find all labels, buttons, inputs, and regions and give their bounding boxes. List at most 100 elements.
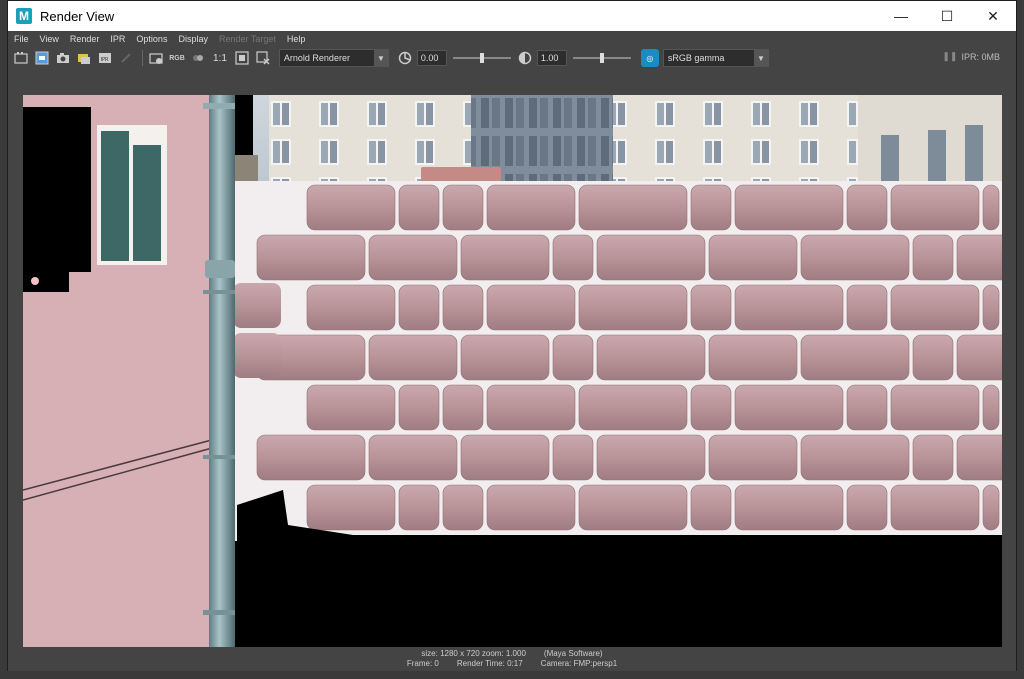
render-region-icon[interactable] (33, 49, 51, 67)
brick (442, 284, 484, 331)
brick (596, 334, 706, 381)
close-button[interactable]: ✕ (970, 1, 1016, 31)
title-bar: M Render View — ☐ ✕ (8, 1, 1016, 31)
remove-image-icon[interactable] (254, 49, 272, 67)
pause-icon: ❚❚ (942, 51, 958, 61)
brick (690, 184, 732, 231)
brick (982, 384, 1000, 431)
brick (890, 184, 980, 231)
brick (306, 284, 396, 331)
render-time-label: Render Time: 0:17 (456, 659, 523, 668)
brick (734, 384, 844, 431)
slider-knob[interactable] (479, 53, 484, 63)
brick (982, 184, 1000, 231)
render-view-window: M Render View — ☐ ✕ File View Render IPR… (7, 0, 1017, 672)
exposure-field[interactable]: 0.00 (416, 50, 447, 66)
menu-ipr[interactable]: IPR (110, 34, 125, 44)
render-toolbar: IPR RGB 1:1 Arnold Renderer ▼ 0.00 1.00 … (8, 47, 1016, 69)
chevron-down-icon: ▼ (753, 50, 768, 66)
brick (398, 284, 440, 331)
menu-view[interactable]: View (40, 34, 59, 44)
gamma-slider[interactable] (572, 51, 631, 65)
brick (578, 284, 688, 331)
ipr-render-icon[interactable]: IPR (96, 49, 114, 67)
brick (486, 184, 576, 231)
keep-image-icon[interactable] (233, 49, 251, 67)
gamma-field[interactable]: 1.00 (536, 50, 567, 66)
render-image[interactable] (23, 95, 1002, 647)
window-title: Render View (40, 8, 115, 24)
ipr-memory-label: IPR: 0MB (961, 51, 1000, 62)
brick (306, 384, 396, 431)
brick (800, 334, 910, 381)
brick (398, 484, 440, 531)
brick (690, 484, 732, 531)
brick (368, 334, 458, 381)
menu-render[interactable]: Render (70, 34, 100, 44)
brick (982, 284, 1000, 331)
brick (578, 484, 688, 531)
render-viewport (8, 69, 1016, 647)
redo-render-icon[interactable] (12, 49, 30, 67)
brick (708, 434, 798, 481)
brick (890, 484, 980, 531)
brick (890, 284, 980, 331)
background-timeline (0, 671, 1024, 679)
exposure-slider[interactable] (452, 51, 511, 65)
brick (690, 284, 732, 331)
minimize-button[interactable]: — (878, 1, 924, 31)
brick (846, 384, 888, 431)
brick (912, 334, 954, 381)
renderer-dropdown[interactable]: Arnold Renderer ▼ (278, 49, 389, 67)
menu-help[interactable]: Help (287, 34, 306, 44)
brick (368, 234, 458, 281)
brick (460, 234, 550, 281)
render-sequence-icon[interactable] (75, 49, 93, 67)
view-transform-value: sRGB gamma (667, 53, 725, 63)
brick (734, 484, 844, 531)
menu-bar: File View Render IPR Options Display Ren… (8, 31, 1016, 47)
real-size-button[interactable]: 1:1 (213, 53, 227, 64)
brick (846, 284, 888, 331)
snapshot-icon[interactable] (54, 49, 72, 67)
slider-knob[interactable] (599, 53, 604, 63)
brick (956, 434, 1002, 481)
brick (734, 284, 844, 331)
brick (982, 484, 1000, 531)
renderer-label: (Maya Software) (543, 649, 603, 658)
menu-file[interactable]: File (14, 34, 29, 44)
menu-display[interactable]: Display (178, 34, 208, 44)
brick (256, 234, 366, 281)
renderer-value: Arnold Renderer (283, 53, 350, 63)
brick (552, 334, 594, 381)
brick (398, 184, 440, 231)
menu-options[interactable]: Options (136, 34, 167, 44)
render-settings-icon[interactable] (147, 49, 165, 67)
brick (800, 234, 910, 281)
image-size-label: size: 1280 x 720 zoom: 1.000 (421, 649, 526, 658)
refresh-ipr-icon (117, 49, 135, 67)
brick (912, 434, 954, 481)
brick (596, 434, 706, 481)
brick (912, 234, 954, 281)
brick (368, 434, 458, 481)
chevron-down-icon: ▼ (373, 50, 388, 66)
menu-render-target: Render Target (218, 34, 276, 44)
brick (233, 283, 281, 328)
alpha-channel-icon[interactable] (189, 49, 207, 67)
brick (256, 434, 366, 481)
rgb-channel-button[interactable]: RGB (168, 49, 186, 67)
maximize-button[interactable]: ☐ (924, 1, 970, 31)
brick (956, 234, 1002, 281)
brick (956, 334, 1002, 381)
brick (800, 434, 910, 481)
gamma-icon[interactable] (517, 50, 533, 66)
status-bar: size: 1280 x 720 zoom: 1.000 (Maya Softw… (8, 647, 1016, 671)
exposure-icon[interactable] (397, 50, 413, 66)
brick (442, 384, 484, 431)
brick (596, 234, 706, 281)
color-management-icon[interactable]: ◎ (640, 49, 659, 67)
brick (486, 284, 576, 331)
view-transform-dropdown[interactable]: sRGB gamma ▼ (662, 49, 769, 67)
ipr-memory: ❚❚ IPR: 0MB (942, 51, 1000, 62)
